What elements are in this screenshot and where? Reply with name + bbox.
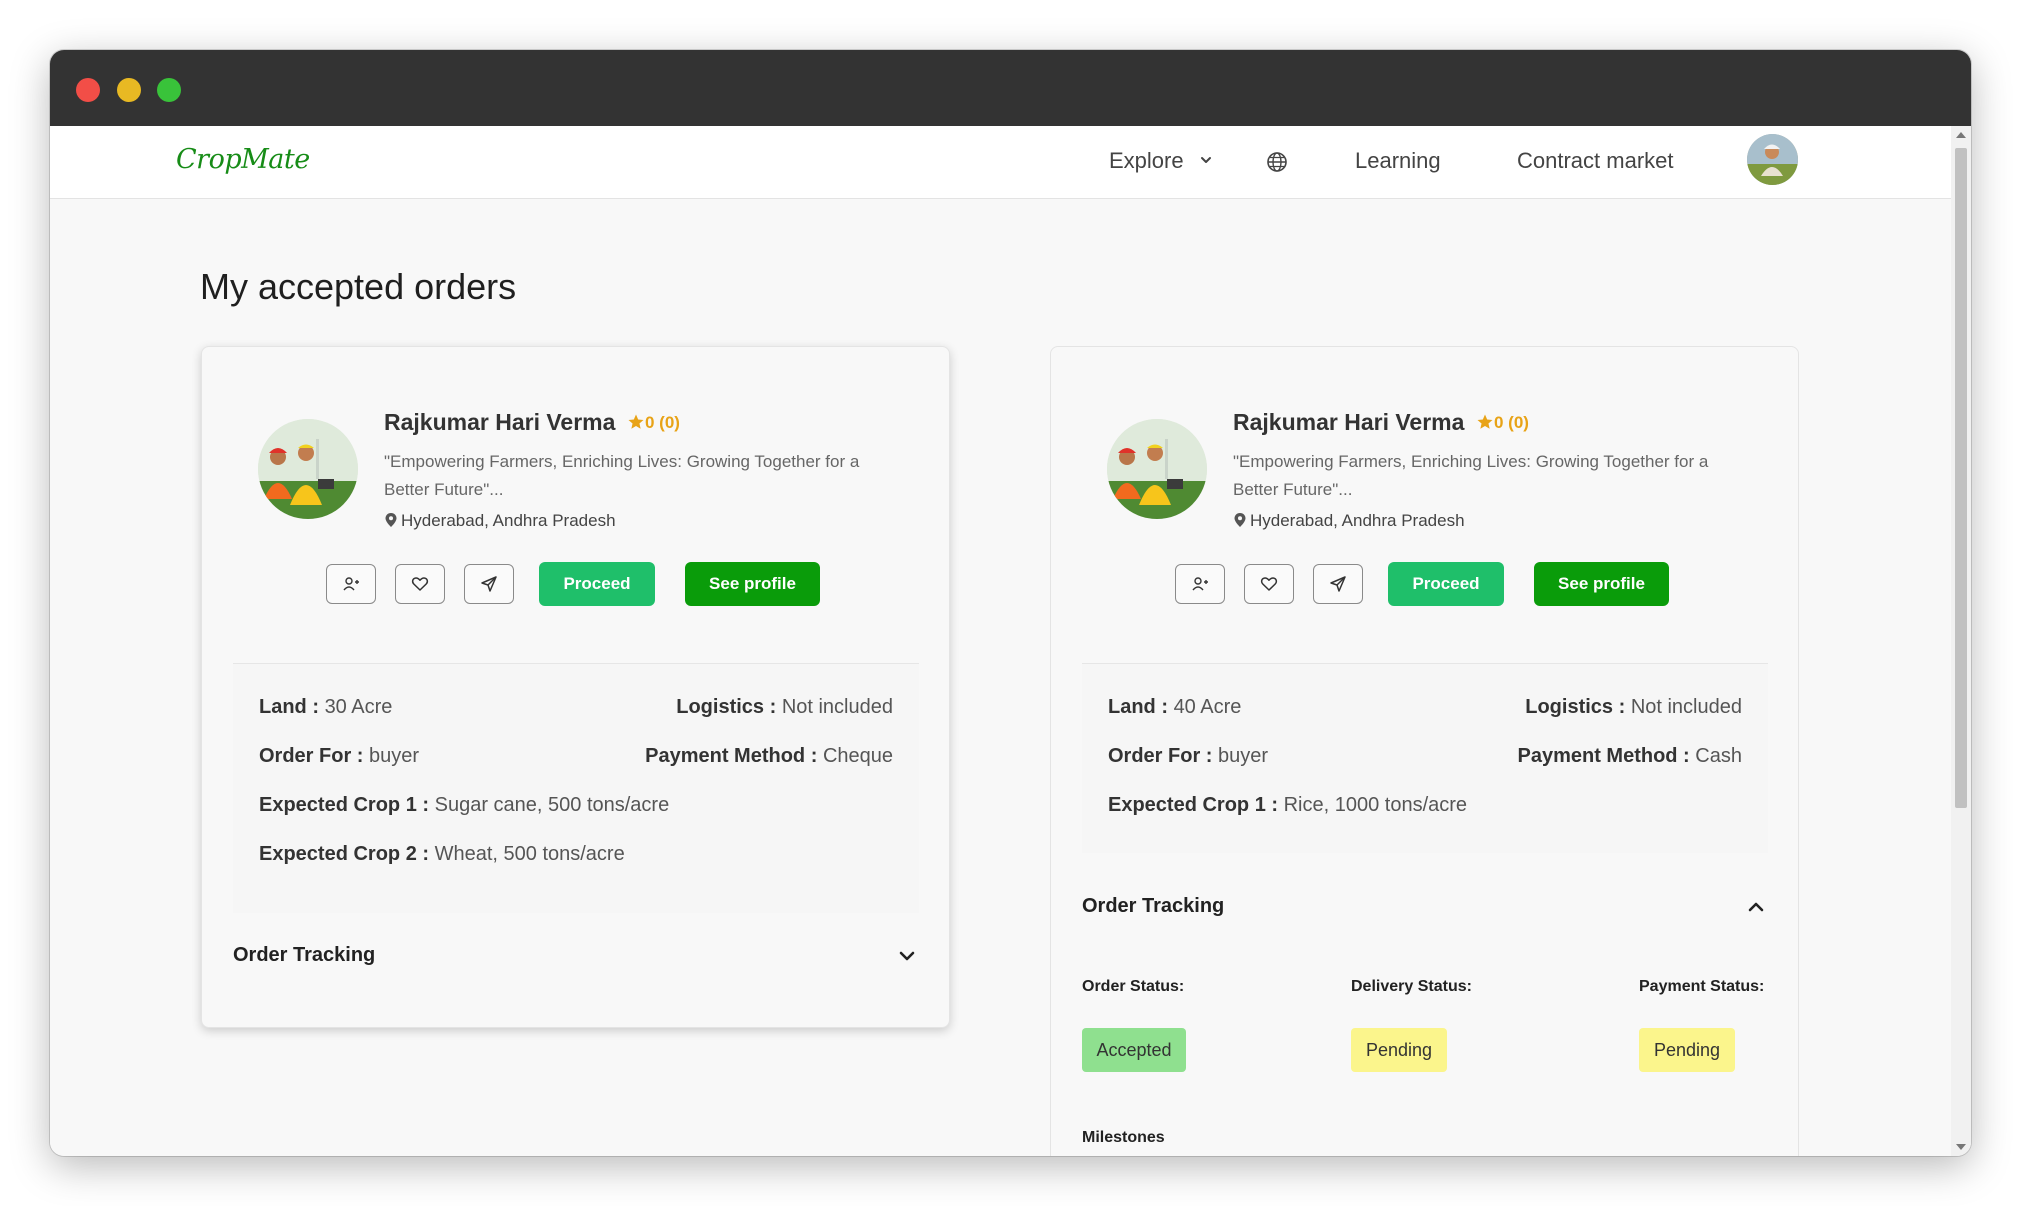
farmer-rating: 0 (0) (1476, 413, 1529, 433)
farmer-name[interactable]: Rajkumar Hari Verma (1233, 409, 1464, 436)
add-contact-button[interactable] (1175, 564, 1225, 604)
chevron-down-icon[interactable] (1198, 152, 1214, 168)
detail-land: Land : 30 Acre (259, 696, 393, 718)
payment-status-label: Payment Status: (1639, 978, 1765, 995)
farmer-photo[interactable] (258, 419, 358, 519)
farmer-name[interactable]: Rajkumar Hari Verma (384, 409, 615, 436)
location-pin-icon (1234, 513, 1246, 527)
minimize-window-button[interactable] (117, 78, 141, 102)
order-details: Land : 30 Acre Logistics : Not included … (233, 663, 919, 913)
add-user-icon (1192, 577, 1208, 591)
detail-order-for: Order For : buyer (1108, 745, 1269, 767)
payment-status-badge: Pending (1639, 1028, 1735, 1072)
send-message-button[interactable] (1313, 564, 1363, 604)
detail-logistics: Logistics : Not included (1525, 696, 1742, 718)
browser-window: CropMate Explore Learning Contract marke… (50, 50, 1971, 1156)
location-pin-icon (385, 513, 397, 527)
scroll-up-arrow[interactable] (1956, 132, 1966, 138)
chevron-down-icon[interactable] (896, 945, 918, 967)
send-icon (1330, 576, 1346, 592)
detail-order-for: Order For : buyer (259, 745, 420, 767)
milestones-heading: Milestones (1082, 1129, 1165, 1146)
add-user-icon (343, 577, 359, 591)
page-title: My accepted orders (200, 266, 517, 307)
farmer-tagline: "Empowering Farmers, Enriching Lives: Gr… (1233, 452, 1709, 499)
see-profile-button[interactable]: See profile (685, 562, 820, 606)
delivery-status-badge: Pending (1351, 1028, 1447, 1072)
nav-learning[interactable]: Learning (1355, 148, 1441, 174)
star-icon (628, 414, 644, 429)
proceed-button[interactable]: Proceed (1388, 562, 1504, 606)
order-card: Rajkumar Hari Verma 0 (0) "Empowering Fa… (1050, 346, 1799, 1156)
farmer-tagline: "Empowering Farmers, Enriching Lives: Gr… (384, 452, 860, 499)
send-icon (481, 576, 497, 592)
nav-explore[interactable]: Explore (1109, 148, 1184, 174)
star-icon (1477, 414, 1493, 429)
top-navbar: CropMate Explore Learning Contract marke… (50, 126, 1951, 199)
maximize-window-button[interactable] (157, 78, 181, 102)
chevron-up-icon[interactable] (1745, 896, 1767, 918)
delivery-status-label: Delivery Status: (1351, 978, 1472, 995)
farmer-location: Hyderabad, Andhra Pradesh (384, 511, 616, 531)
order-card: Rajkumar Hari Verma 0 (0) "Empowering Fa… (201, 346, 950, 1028)
detail-payment-method: Payment Method : Cash (1517, 745, 1742, 767)
favorite-button[interactable] (1244, 564, 1294, 604)
favorite-button[interactable] (395, 564, 445, 604)
detail-land: Land : 40 Acre (1108, 696, 1242, 718)
scroll-down-arrow[interactable] (1956, 1144, 1966, 1150)
heart-icon (411, 577, 429, 591)
location-text: Hyderabad, Andhra Pradesh (1250, 511, 1465, 530)
farmer-photo[interactable] (1107, 419, 1207, 519)
location-text: Hyderabad, Andhra Pradesh (401, 511, 616, 530)
order-tracking-toggle[interactable]: Order Tracking (233, 944, 375, 967)
order-status-label: Order Status: (1082, 978, 1185, 995)
detail-expected-crop-1: Expected Crop 1 : Sugar cane, 500 tons/a… (259, 794, 670, 816)
send-message-button[interactable] (464, 564, 514, 604)
rating-value: 0 (0) (645, 413, 680, 432)
detail-expected-crop-2: Expected Crop 2 : Wheat, 500 tons/acre (259, 843, 625, 865)
farmer-rating: 0 (0) (627, 413, 680, 433)
user-avatar[interactable] (1747, 134, 1798, 185)
order-tracking-toggle[interactable]: Order Tracking (1082, 895, 1224, 918)
page-viewport: CropMate Explore Learning Contract marke… (50, 126, 1971, 1156)
close-window-button[interactable] (76, 78, 100, 102)
page-scrollbar[interactable] (1951, 126, 1971, 1156)
scrollbar-thumb[interactable] (1955, 148, 1967, 808)
detail-payment-method: Payment Method : Cheque (645, 745, 893, 767)
detail-expected-crop-1: Expected Crop 1 : Rice, 1000 tons/acre (1108, 794, 1468, 816)
nav-contract-market[interactable]: Contract market (1517, 148, 1674, 174)
detail-logistics: Logistics : Not included (676, 696, 893, 718)
order-status-badge: Accepted (1082, 1028, 1186, 1072)
proceed-button[interactable]: Proceed (539, 562, 655, 606)
add-contact-button[interactable] (326, 564, 376, 604)
rating-value: 0 (0) (1494, 413, 1529, 432)
window-titlebar (50, 50, 1971, 126)
farmer-location: Hyderabad, Andhra Pradesh (1233, 511, 1465, 531)
order-details: Land : 40 Acre Logistics : Not included … (1082, 663, 1768, 853)
globe-icon[interactable] (1265, 150, 1289, 174)
brand-logo[interactable]: CropMate (176, 144, 310, 175)
heart-icon (1260, 577, 1278, 591)
see-profile-button[interactable]: See profile (1534, 562, 1669, 606)
